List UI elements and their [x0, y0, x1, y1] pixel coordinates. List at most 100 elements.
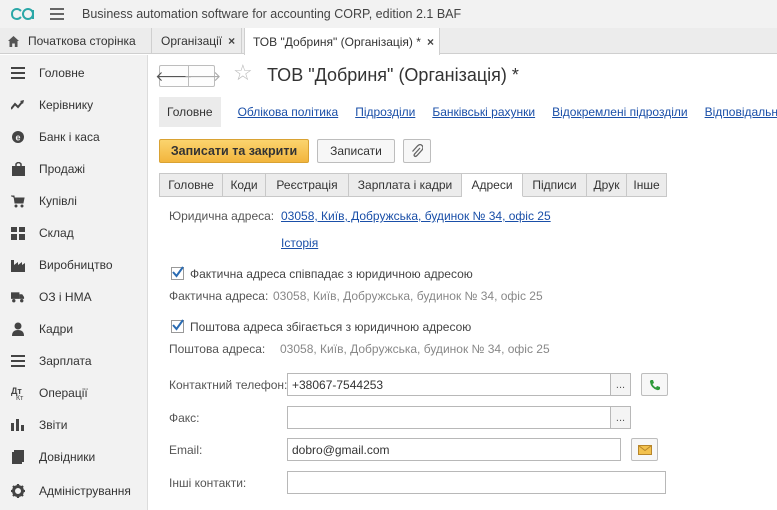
truck-icon: [11, 290, 25, 304]
postal-address-label: Поштова адреса:: [169, 342, 266, 356]
link-departments[interactable]: Підрозділи: [355, 105, 415, 119]
fax-select-button[interactable]: ...: [611, 406, 631, 429]
sidebar-item-label: Продажі: [39, 162, 86, 176]
tab-registration[interactable]: Реєстрація: [266, 173, 349, 197]
sidebar-item-label: Виробництво: [39, 258, 113, 272]
related-links-bar: Головне Облікова політика Підрозділи Бан…: [159, 97, 777, 127]
link-separate-divisions[interactable]: Відокремлені підрозділи: [552, 105, 688, 119]
gear-icon: [11, 484, 25, 498]
tab-codes[interactable]: Коди: [223, 173, 266, 197]
home-icon: [8, 35, 19, 47]
document-form: 🡐 🡒 ☆ ТОВ "Добриня" (Організація) * Голо…: [149, 55, 777, 510]
shopping-bag-icon: [11, 162, 25, 176]
sidebar-item-label: ОЗ і НМА: [39, 290, 92, 304]
sidebar-item-operations[interactable]: Дт Кт Операції: [0, 378, 148, 408]
tab-addresses[interactable]: Адреси: [462, 173, 523, 197]
app-title: Business automation software for account…: [82, 7, 462, 21]
sidebar-item-hr[interactable]: Кадри: [0, 314, 148, 344]
sidebar-item-label: Адміністрування: [39, 484, 131, 498]
sidebar-item-label: Кадри: [39, 322, 74, 336]
sidebar-item-fixed-assets[interactable]: ОЗ і НМА: [0, 282, 148, 312]
forward-button[interactable]: 🡒: [184, 66, 221, 86]
book-icon: [11, 450, 25, 464]
tab-print[interactable]: Друк: [587, 173, 627, 197]
sidebar-item-sales[interactable]: Продажі: [0, 154, 148, 184]
svg-text:e: e: [15, 133, 20, 143]
actual-address-checkbox-label[interactable]: Фактична адреса співпадає з юридичною ад…: [190, 267, 473, 281]
tab-signatures[interactable]: Підписи: [523, 173, 587, 197]
legal-address-label: Юридична адреса:: [169, 209, 275, 223]
history-nav: 🡐 🡒: [155, 65, 221, 87]
tab-salary-hr[interactable]: Зарплата і кадри: [349, 173, 462, 197]
history-link[interactable]: Історія: [281, 236, 318, 250]
main-menu-icon[interactable]: [50, 8, 64, 20]
sidebar-item-label: Довідники: [39, 450, 96, 464]
postal-address-value: 03058, Київ, Добружська, будинок № 34, о…: [280, 342, 550, 356]
tab-home[interactable]: Початкова сторінка: [0, 28, 152, 54]
actual-address-checkbox[interactable]: [171, 266, 184, 280]
other-contacts-input[interactable]: [287, 471, 666, 494]
link-bank-accounts[interactable]: Банківські рахунки: [432, 105, 535, 119]
sidebar-item-production[interactable]: Виробництво: [0, 250, 148, 280]
open-tabs-bar: Початкова сторінка Організації × ТОВ "До…: [0, 28, 777, 55]
app-logo-icon: [11, 7, 34, 21]
email-input[interactable]: dobro@gmail.com: [287, 438, 621, 461]
payroll-icon: [11, 354, 25, 368]
sidebar-item-label: Керівнику: [39, 98, 94, 112]
sidebar-item-label: Склад: [39, 226, 74, 240]
tab-home-label: Початкова сторінка: [28, 34, 136, 48]
postal-address-checkbox-label[interactable]: Поштова адреса збігається з юридичною ад…: [190, 320, 471, 334]
favorite-star-icon[interactable]: ☆: [233, 60, 253, 86]
sidebar-item-reports[interactable]: Звіти: [0, 410, 148, 440]
tab-organizations[interactable]: Організації ×: [153, 28, 242, 54]
sidebar-item-administration[interactable]: Адміністрування: [0, 476, 148, 506]
envelope-icon: [637, 444, 652, 455]
postal-address-checkbox[interactable]: [171, 319, 184, 333]
sidebar-item-purchases[interactable]: Купівлі: [0, 186, 148, 216]
form-tabs: Головне Коди Реєстрація Зарплата і кадри…: [159, 173, 667, 197]
send-email-button[interactable]: [631, 438, 658, 461]
tab-main[interactable]: Головне: [159, 173, 223, 197]
sidebar-item-references[interactable]: Довідники: [0, 442, 148, 472]
sidebar-item-label: Звіти: [39, 418, 68, 432]
factory-icon: [11, 258, 25, 272]
phone-icon: [649, 379, 660, 390]
sidebar-item-label: Банк і каса: [39, 130, 100, 144]
other-contacts-label: Інші контакти:: [169, 476, 247, 490]
save-and-close-button[interactable]: Записати та закрити: [159, 139, 309, 163]
email-label: Email:: [169, 443, 203, 457]
sidebar-item-label: Головне: [39, 66, 85, 80]
sidebar-item-label: Купівлі: [39, 194, 77, 208]
close-icon[interactable]: ×: [427, 35, 434, 49]
call-button[interactable]: [641, 373, 668, 396]
sidebar-item-bank[interactable]: e Банк і каса: [0, 122, 148, 152]
tab-organization-dobrynia[interactable]: ТОВ "Добриня" (Організація) * ×: [244, 28, 440, 55]
trend-chart-icon: [11, 98, 25, 112]
sidebar-item-payroll[interactable]: Зарплата: [0, 346, 148, 376]
grid-warehouse-icon: [11, 226, 25, 240]
close-icon[interactable]: ×: [228, 34, 235, 48]
menu-lines-icon: [11, 66, 25, 80]
legal-address-link[interactable]: 03058, Київ, Добружська, будинок № 34, о…: [281, 209, 551, 223]
checkmark-icon: [172, 319, 184, 331]
title-bar: Business automation software for account…: [0, 0, 777, 28]
save-button[interactable]: Записати: [317, 139, 395, 163]
phone-label: Контактний телефон:: [169, 378, 288, 392]
link-responsible[interactable]: Відповідальні: [705, 105, 777, 119]
paperclip-icon: [412, 144, 423, 158]
sidebar-item-label: Операції: [39, 386, 88, 400]
sidebar-item-label: Зарплата: [39, 354, 92, 368]
link-accounting-policy[interactable]: Облікова політика: [238, 105, 339, 119]
page-title: ТОВ "Добриня" (Організація) *: [267, 65, 519, 85]
sidebar-item-manager[interactable]: Керівнику: [0, 90, 148, 120]
sidebar-item-main[interactable]: Головне: [0, 58, 148, 88]
svg-text:Кт: Кт: [16, 395, 24, 400]
fax-input[interactable]: [287, 406, 611, 429]
phone-select-button[interactable]: ...: [611, 373, 631, 396]
sidebar-item-warehouse[interactable]: Склад: [0, 218, 148, 248]
tab-label: Організації: [161, 34, 223, 48]
tab-other[interactable]: Інше: [627, 173, 667, 197]
phone-input[interactable]: +38067-7544253: [287, 373, 611, 396]
attach-file-button[interactable]: [403, 139, 431, 163]
link-main-current[interactable]: Головне: [159, 97, 221, 127]
